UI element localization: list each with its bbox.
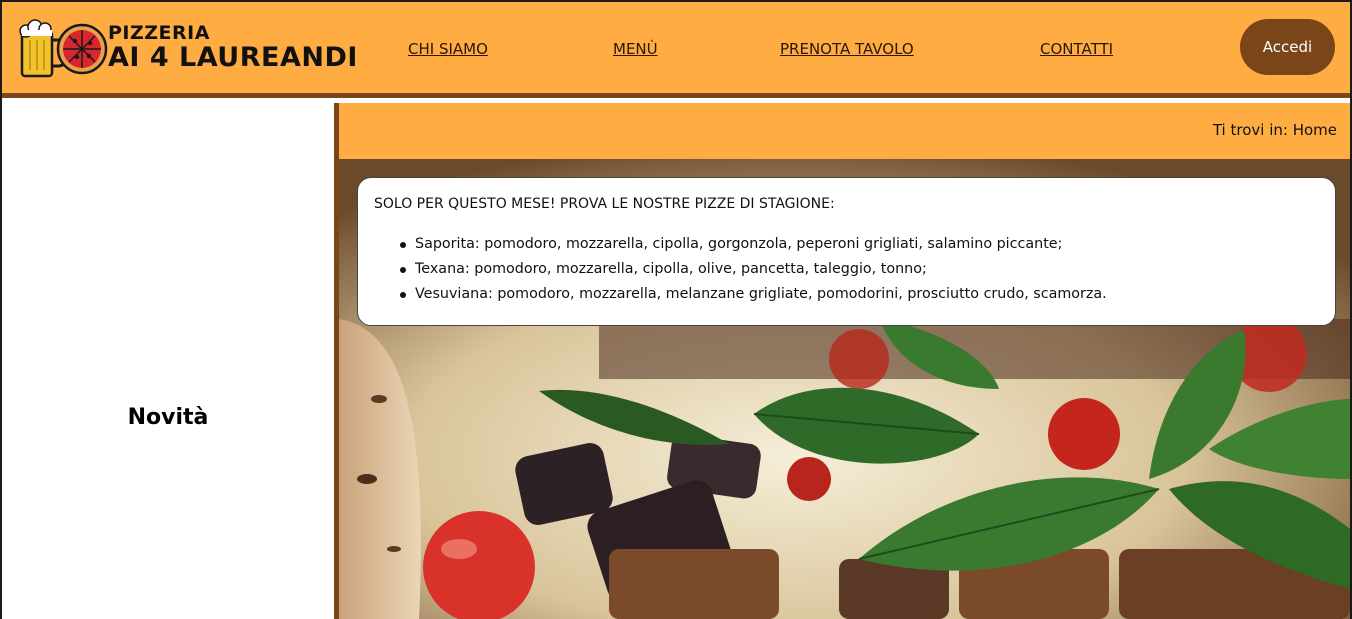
sidebar-title: Novità — [127, 405, 209, 430]
promo-item-vesuviana: Vesuviana: pomodoro, mozzarella, melanza… — [400, 282, 1319, 307]
brand-line-2: AI 4 LAUREANDI — [108, 42, 358, 73]
brand-line-1: PIZZERIA — [108, 22, 210, 44]
nav-link-contatti[interactable]: CONTATTI — [1040, 40, 1113, 58]
promo-title: SOLO PER QUESTO MESE! PROVA LE NOSTRE PI… — [374, 196, 835, 212]
promo-box: SOLO PER QUESTO MESE! PROVA LE NOSTRE PI… — [357, 177, 1336, 326]
brand-logo[interactable]: PIZZERIA AI 4 LAUREANDI — [16, 16, 357, 82]
nav-link-menu[interactable]: MENÙ — [613, 40, 658, 58]
nav-link-prenota-tavolo[interactable]: PRENOTA TAVOLO — [780, 40, 914, 58]
beer-pizza-icon — [19, 19, 108, 78]
site-header: PIZZERIA AI 4 LAUREANDI CHI SIAMO MENÙ P… — [2, 2, 1350, 98]
bullet-icon — [400, 242, 406, 248]
promo-item-texana: Texana: pomodoro, mozzarella, cipolla, o… — [400, 257, 1319, 282]
sidebar: Novità — [2, 103, 334, 619]
promo-item-text: Texana: pomodoro, mozzarella, cipolla, o… — [415, 261, 927, 277]
nav-link-chi-siamo[interactable]: CHI SIAMO — [408, 40, 488, 58]
page-frame: PIZZERIA AI 4 LAUREANDI CHI SIAMO MENÙ P… — [0, 0, 1352, 619]
bullet-icon — [400, 292, 406, 298]
promo-item-text: Vesuviana: pomodoro, mozzarella, melanza… — [415, 286, 1107, 302]
breadcrumb: Ti trovi in: Home — [1212, 121, 1337, 139]
login-button[interactable]: Accedi — [1240, 19, 1335, 75]
bullet-icon — [400, 267, 406, 273]
promo-item-saporita: Saporita: pomodoro, mozzarella, cipolla,… — [400, 232, 1319, 257]
breadcrumb-bar: Ti trovi in: Home — [339, 103, 1350, 159]
hero-section: SOLO PER QUESTO MESE! PROVA LE NOSTRE PI… — [339, 159, 1350, 619]
promo-item-text: Saporita: pomodoro, mozzarella, cipolla,… — [415, 236, 1063, 252]
promo-list: Saporita: pomodoro, mozzarella, cipolla,… — [400, 232, 1319, 307]
